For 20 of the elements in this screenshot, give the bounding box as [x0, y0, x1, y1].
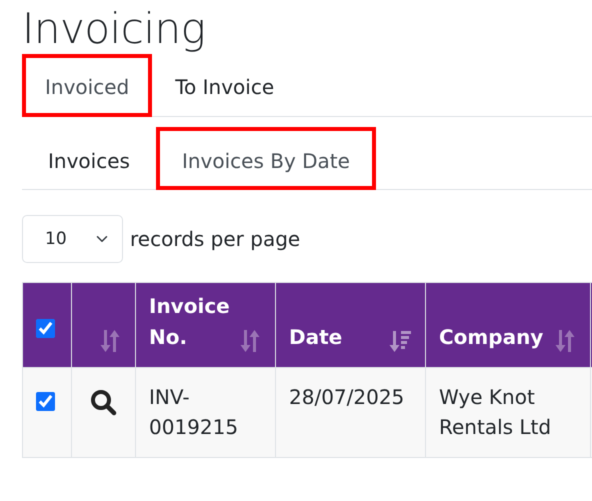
- select-all-checkbox[interactable]: [36, 319, 55, 338]
- column-header: Invoice No.: [149, 293, 231, 352]
- tab[interactable]: Invoiced: [22, 54, 152, 118]
- row-checkbox[interactable]: [36, 392, 55, 412]
- tab[interactable]: Invoices: [22, 127, 156, 190]
- sort-icon[interactable]: [553, 329, 577, 354]
- sort-icon[interactable]: [98, 329, 122, 354]
- table-cell: 28/07/2025: [289, 385, 404, 410]
- column-header: Date: [289, 324, 342, 352]
- page-size-select[interactable]: 10: [22, 215, 123, 264]
- table-cell: INV-0019215: [149, 385, 238, 440]
- tab[interactable]: To Invoice: [152, 54, 298, 118]
- sort-icon[interactable]: [238, 329, 262, 354]
- page-title: Invoicing: [22, 4, 206, 54]
- records-per-page-label: records per page: [130, 226, 300, 254]
- table-cell: Wye Knot Rentals Ltd: [439, 385, 552, 440]
- search-icon[interactable]: [90, 389, 117, 416]
- sort-descending-icon[interactable]: [388, 329, 412, 354]
- tab[interactable]: Invoices By Date: [156, 127, 376, 190]
- column-header: Company: [439, 324, 544, 352]
